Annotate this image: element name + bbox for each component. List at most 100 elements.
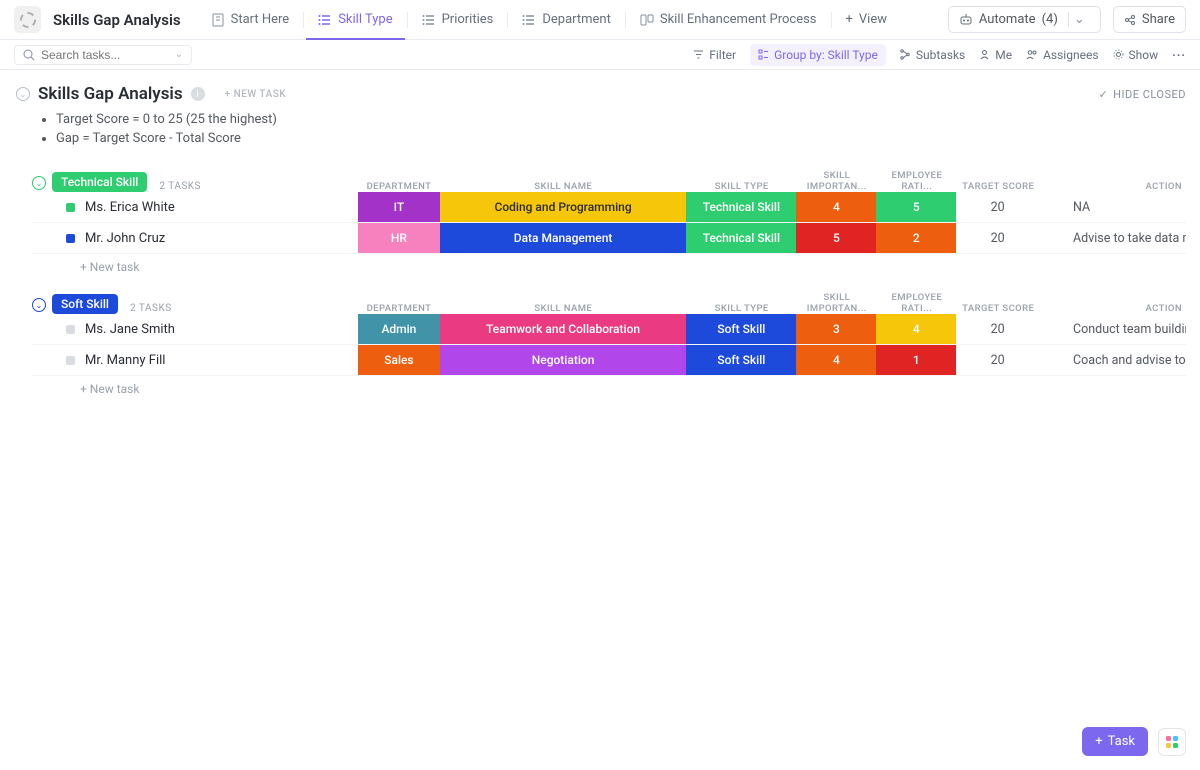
table-row[interactable]: Mr. John Cruz HR Data Management Technic… (32, 223, 1186, 254)
cell-skilltype[interactable]: Technical Skill (686, 223, 796, 253)
cell-target[interactable]: 20 (956, 314, 1039, 344)
cell-importance[interactable]: 3 (796, 314, 876, 344)
cell-department[interactable]: Admin (358, 314, 440, 344)
info-icon[interactable]: i (191, 87, 205, 101)
cell-importance[interactable]: 5 (796, 223, 876, 253)
search-input-wrapper[interactable]: ⌄ (14, 45, 192, 65)
tab-skill-type[interactable]: Skill Type (306, 0, 404, 39)
list-icon (422, 13, 436, 27)
status-indicator[interactable] (66, 234, 75, 243)
chevron-down-icon[interactable]: ⌄ (1068, 12, 1090, 27)
collapse-toggle[interactable]: ⌄ (16, 87, 30, 101)
col-header-skillname[interactable]: SKILL NAME (440, 181, 687, 192)
filter-button[interactable]: Filter (693, 48, 736, 62)
add-view-button[interactable]: + View (834, 12, 900, 27)
bullet-item: Target Score = 0 to 25 (25 the highest) (56, 112, 1186, 127)
task-name: Mr. Manny Fill (85, 353, 165, 368)
col-header-importance[interactable]: SKILL IMPORTAN... (797, 170, 877, 192)
filter-icon (693, 49, 704, 60)
share-icon (1124, 14, 1136, 26)
status-indicator[interactable] (66, 325, 75, 334)
bullet-item: Gap = Target Score - Total Score (56, 131, 1186, 146)
cell-skillname[interactable]: Data Management (440, 223, 686, 253)
share-button[interactable]: Share (1113, 6, 1186, 33)
cell-department[interactable]: HR (358, 223, 440, 253)
groupby-button[interactable]: Group by: Skill Type (750, 44, 886, 66)
new-task-row-button[interactable]: + New task (32, 254, 1186, 274)
cell-skillname[interactable]: Negotiation (440, 345, 686, 375)
show-label: Show (1129, 48, 1159, 62)
cell-importance[interactable]: 4 (796, 345, 876, 375)
col-header-skilltype[interactable]: SKILL TYPE (687, 181, 797, 192)
new-task-fab[interactable]: + Task (1082, 727, 1148, 756)
search-icon (23, 49, 35, 61)
cell-action[interactable]: Advise to take data management online co… (1039, 223, 1186, 253)
cell-skillname[interactable]: Teamwork and Collaboration (440, 314, 686, 344)
more-button[interactable]: ··· (1172, 48, 1186, 62)
chevron-down-icon[interactable]: ⌄ (175, 49, 183, 60)
assignees-button[interactable]: Assignees (1026, 48, 1098, 62)
task-name: Mr. John Cruz (85, 231, 165, 246)
tab-priorities[interactable]: Priorities (410, 0, 506, 39)
automate-button[interactable]: Automate (4) ⌄ (948, 6, 1101, 33)
group-pill[interactable]: Technical Skill (52, 172, 147, 192)
cell-skilltype[interactable]: Soft Skill (686, 345, 796, 375)
gear-icon (1113, 49, 1124, 60)
table-row[interactable]: Mr. Manny Fill Sales Negotiation Soft Sk… (32, 345, 1186, 376)
new-task-row-button[interactable]: + New task (32, 376, 1186, 396)
tab-label: Department (542, 12, 611, 27)
tab-label: Skill Type (338, 12, 392, 27)
description-bullets: Target Score = 0 to 25 (25 the highest) … (16, 110, 1186, 170)
cell-action[interactable]: Conduct team building activities. (1039, 314, 1186, 344)
cell-action[interactable]: Coach and advise to take negotiation sem… (1039, 345, 1186, 375)
group-toggle[interactable]: ⌄ (32, 176, 46, 190)
add-view-label: View (859, 12, 887, 27)
col-header-skillname[interactable]: SKILL NAME (440, 303, 687, 314)
col-header-action[interactable]: ACTION (1040, 303, 1186, 314)
new-task-header-button[interactable]: + NEW TASK (225, 89, 286, 100)
col-header-importance[interactable]: SKILL IMPORTAN... (797, 292, 877, 314)
table-row[interactable]: Ms. Erica White IT Coding and Programmin… (32, 192, 1186, 223)
group-toggle[interactable]: ⌄ (32, 298, 46, 312)
cell-action[interactable]: NA (1039, 192, 1186, 222)
col-header-department[interactable]: DEPARTMENT (358, 303, 440, 314)
cell-rating[interactable]: 1 (876, 345, 956, 375)
plus-icon: + (846, 12, 853, 27)
col-header-department[interactable]: DEPARTMENT (358, 181, 440, 192)
status-indicator[interactable] (66, 356, 75, 365)
cell-skillname[interactable]: Coding and Programming (440, 192, 686, 222)
cell-target[interactable]: 20 (956, 345, 1039, 375)
col-header-target[interactable]: TARGET SCORE (957, 181, 1040, 192)
cell-skilltype[interactable]: Technical Skill (686, 192, 796, 222)
subtasks-button[interactable]: Subtasks (900, 48, 965, 62)
workspace-logo[interactable] (14, 6, 41, 33)
col-header-target[interactable]: TARGET SCORE (957, 303, 1040, 314)
show-button[interactable]: Show (1113, 48, 1159, 62)
search-input[interactable] (35, 48, 183, 62)
tab-skill-enhancement[interactable]: Skill Enhancement Process (628, 0, 829, 39)
assignees-label: Assignees (1043, 48, 1098, 62)
tab-start-here[interactable]: Start Here (199, 0, 302, 39)
cell-target[interactable]: 20 (956, 223, 1039, 253)
cell-importance[interactable]: 4 (796, 192, 876, 222)
col-header-action[interactable]: ACTION (1040, 181, 1186, 192)
table-row[interactable]: Ms. Jane Smith Admin Teamwork and Collab… (32, 314, 1186, 345)
status-indicator[interactable] (66, 203, 75, 212)
cell-department[interactable]: Sales (358, 345, 440, 375)
tab-department[interactable]: Department (510, 0, 623, 39)
filter-label: Filter (709, 48, 736, 62)
apps-button[interactable] (1158, 728, 1186, 756)
me-button[interactable]: Me (979, 48, 1012, 62)
group-pill[interactable]: Soft Skill (52, 294, 118, 314)
cell-skilltype[interactable]: Soft Skill (686, 314, 796, 344)
cell-target[interactable]: 20 (956, 192, 1039, 222)
cell-rating[interactable]: 2 (876, 223, 956, 253)
col-header-rating[interactable]: EMPLOYEE RATI... (877, 170, 957, 192)
cell-rating[interactable]: 4 (876, 314, 956, 344)
person-icon (979, 49, 990, 60)
hide-closed-button[interactable]: ✓ HIDE CLOSED (1098, 88, 1186, 101)
cell-department[interactable]: IT (358, 192, 440, 222)
col-header-rating[interactable]: EMPLOYEE RATI... (877, 292, 957, 314)
cell-rating[interactable]: 5 (876, 192, 956, 222)
col-header-skilltype[interactable]: SKILL TYPE (687, 303, 797, 314)
